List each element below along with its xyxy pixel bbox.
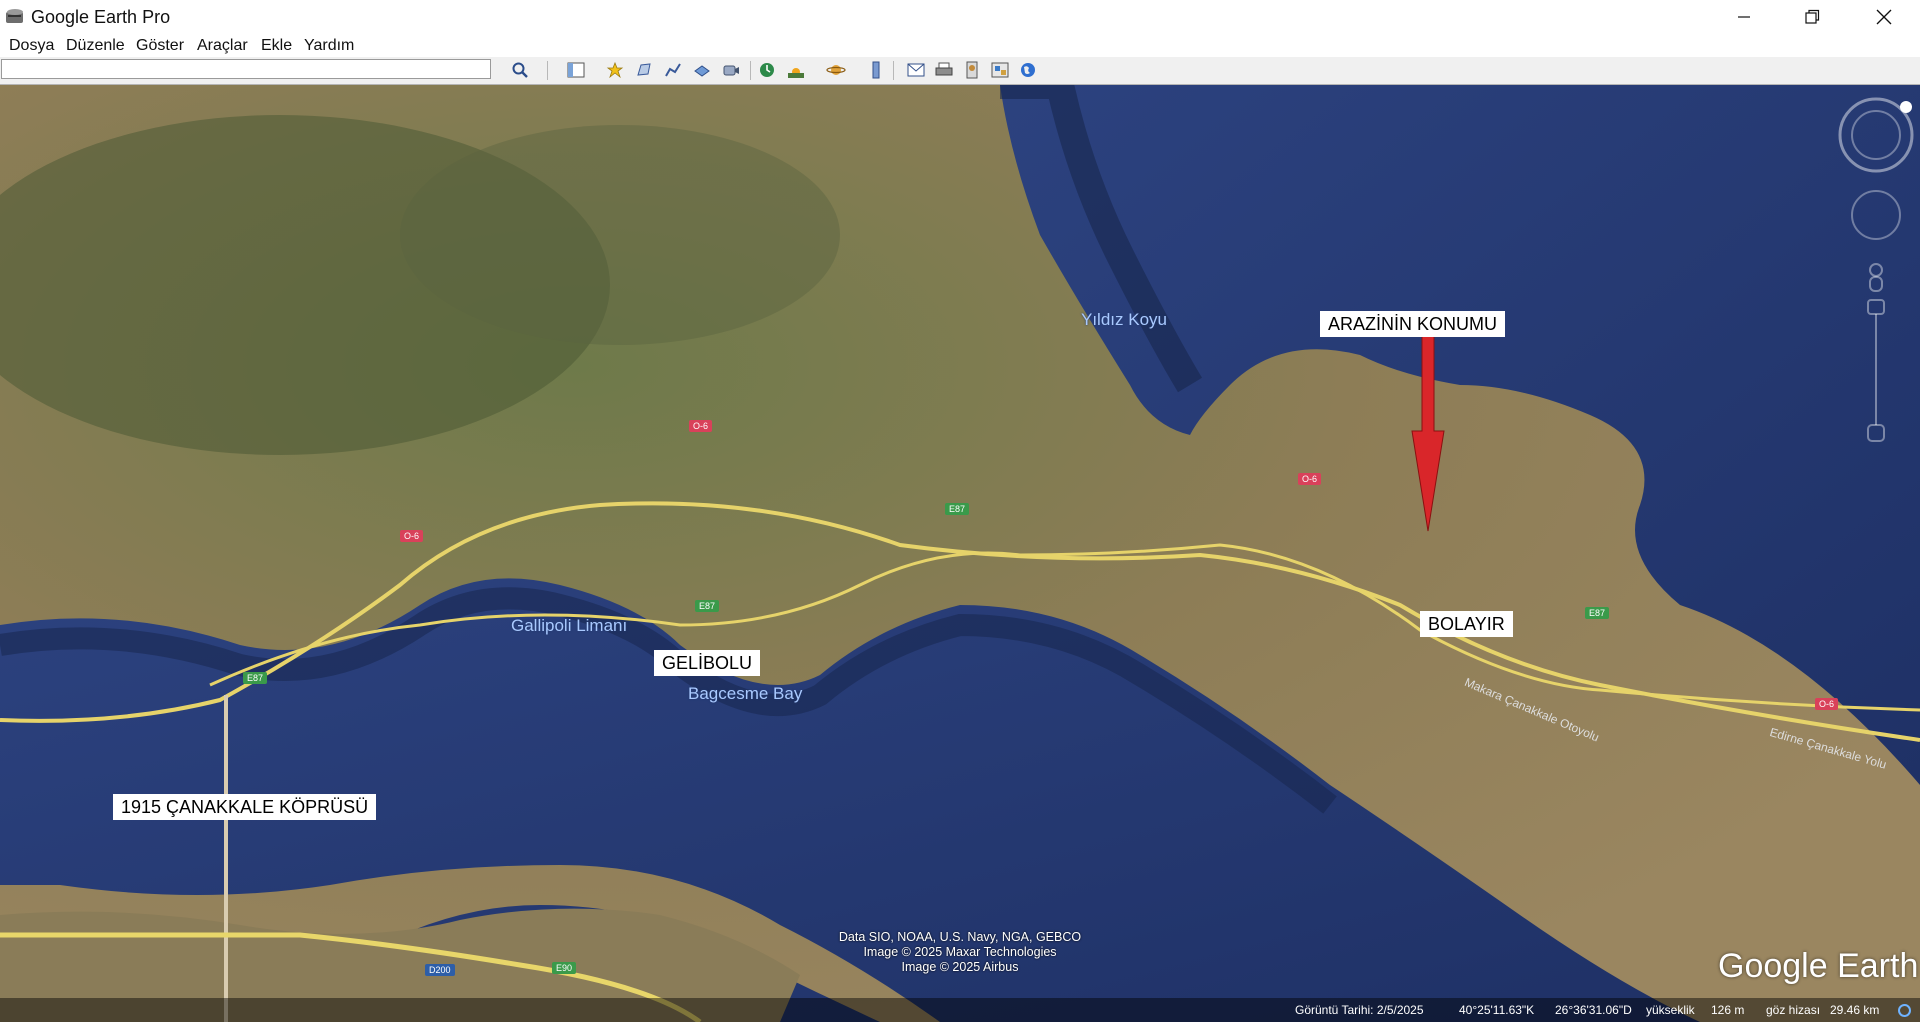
eye-altitude-value: 29.46 km [1830, 1003, 1880, 1017]
sidebar-toggle-button[interactable] [564, 59, 588, 81]
road-shield-d200: D200 [425, 964, 455, 976]
navigation-controls [1834, 95, 1918, 455]
attribution-line: Image © 2025 Airbus [901, 960, 1019, 974]
close-button[interactable] [1850, 0, 1918, 34]
road-shield-e87: E87 [945, 503, 970, 515]
attribution-line: Image © 2025 Maxar Technologies [863, 945, 1057, 959]
place-label-bagcesme-bay: Bagcesme Bay [688, 684, 803, 703]
historical-imagery-icon [760, 63, 774, 77]
title-bar: Google Earth Pro [0, 0, 1920, 34]
road-shield-o6: O-6 [400, 530, 424, 542]
road-shield-e90: E90 [552, 962, 577, 974]
view-in-maps-button[interactable] [988, 59, 1012, 81]
search-button[interactable] [508, 59, 532, 81]
app-icon [6, 9, 23, 23]
image-overlay-icon [694, 65, 710, 77]
street-view-pegman-icon[interactable] [1864, 260, 1888, 294]
toolbar-separator [893, 61, 894, 80]
path-icon [665, 63, 681, 77]
road-shield-e87: E87 [1585, 607, 1610, 619]
save-image-button[interactable] [960, 59, 984, 81]
search-icon [512, 62, 528, 78]
email-button[interactable] [904, 59, 928, 81]
annotation-gelibolu: GELİBOLU [654, 650, 761, 676]
ruler-button[interactable] [864, 59, 888, 81]
place-label-gallipoli-limani: Gallipoli Limanı [511, 616, 628, 635]
minimize-button[interactable] [1710, 0, 1778, 34]
road-shield-e87: E87 [695, 600, 720, 612]
toolbar-separator [547, 61, 548, 80]
record-tour-icon [723, 65, 739, 76]
road-shield-o6: O-6 [1298, 473, 1322, 485]
add-polygon-button[interactable] [632, 59, 656, 81]
elevation-label: yükseklik [1646, 1003, 1695, 1017]
menu-araclar[interactable]: Araçlar [197, 37, 248, 55]
status-bar: Görüntü Tarihi: 2/5/2025 40°25'11.63"K 2… [0, 998, 1920, 1022]
move-joystick[interactable] [1852, 191, 1900, 239]
print-icon [935, 62, 953, 76]
attribution-line: Data SIO, NOAA, U.S. Navy, NGA, GEBCO [838, 930, 1082, 944]
menu-ekle[interactable]: Ekle [261, 37, 292, 55]
toolbar-separator [750, 61, 751, 80]
search-input[interactable] [1, 59, 491, 79]
view-in-maps-icon [991, 62, 1009, 78]
planets-button[interactable] [824, 59, 848, 81]
latitude: 40°25'11.63"K [1459, 1003, 1535, 1017]
save-image-icon [966, 61, 978, 79]
north-up-icon[interactable] [1897, 98, 1915, 116]
menu-bar: Dosya Düzenle Göster Araçlar Ekle Yardım [0, 34, 1920, 58]
earth-button[interactable] [1016, 59, 1040, 81]
zoom-slider[interactable] [1866, 298, 1886, 443]
menu-duzenle[interactable]: Düzenle [66, 37, 125, 55]
planets-icon [826, 65, 846, 75]
google-earth-logo: Google Earth [1718, 947, 1919, 985]
road-shield-e87: E87 [243, 672, 268, 684]
email-icon [907, 63, 925, 77]
annotation-arazinin-konumu: ARAZİNİN KONUMU [1320, 311, 1506, 337]
longitude: 26°36'31.06"D [1555, 1003, 1632, 1017]
close-icon [1876, 9, 1892, 25]
ruler-icon [872, 61, 880, 79]
earth-icon [1021, 63, 1035, 77]
sunlight-button[interactable] [784, 59, 808, 81]
menu-dosya[interactable]: Dosya [9, 37, 54, 55]
road-shield-o6: O-6 [689, 420, 713, 432]
annotation-canakkale-koprusu: 1915 ÇANAKKALE KÖPRÜSÜ [113, 794, 377, 820]
toolbar [0, 57, 1920, 85]
historical-imagery-button[interactable] [755, 59, 779, 81]
window-title: Google Earth Pro [31, 7, 171, 27]
imagery-date: Görüntü Tarihi: 2/5/2025 [1295, 1003, 1424, 1017]
satellite-imagery [0, 85, 1920, 1022]
add-image-overlay-button[interactable] [690, 59, 714, 81]
sidebar-toggle-icon [567, 62, 585, 78]
place-label-yildiz-koyu: Yıldız Koyu [1081, 310, 1167, 329]
sunlight-icon [788, 68, 804, 78]
menu-yardim[interactable]: Yardım [304, 37, 354, 55]
elevation-value: 126 m [1711, 1003, 1745, 1017]
map-view[interactable]: O-6 O-6 O-6 O-6 E87 E87 E87 E87 D200 E90… [0, 85, 1920, 1022]
record-tour-button[interactable] [719, 59, 743, 81]
polygon-icon [637, 63, 651, 76]
annotation-bolayir: BOLAYIR [1420, 611, 1513, 637]
streaming-indicator-icon [1898, 1004, 1911, 1017]
restore-icon [1805, 9, 1820, 24]
placemark-icon [606, 61, 624, 79]
print-button[interactable] [932, 59, 956, 81]
minimize-icon [1738, 16, 1750, 18]
restore-button[interactable] [1778, 0, 1846, 34]
eye-altitude-label: göz hizası [1766, 1003, 1821, 1017]
map-attribution: Data SIO, NOAA, U.S. Navy, NGA, GEBCO Im… [800, 930, 1120, 975]
add-path-button[interactable] [661, 59, 685, 81]
menu-goster[interactable]: Göster [136, 37, 184, 55]
road-shield-o6: O-6 [1815, 698, 1839, 710]
add-placemark-button[interactable] [603, 59, 627, 81]
